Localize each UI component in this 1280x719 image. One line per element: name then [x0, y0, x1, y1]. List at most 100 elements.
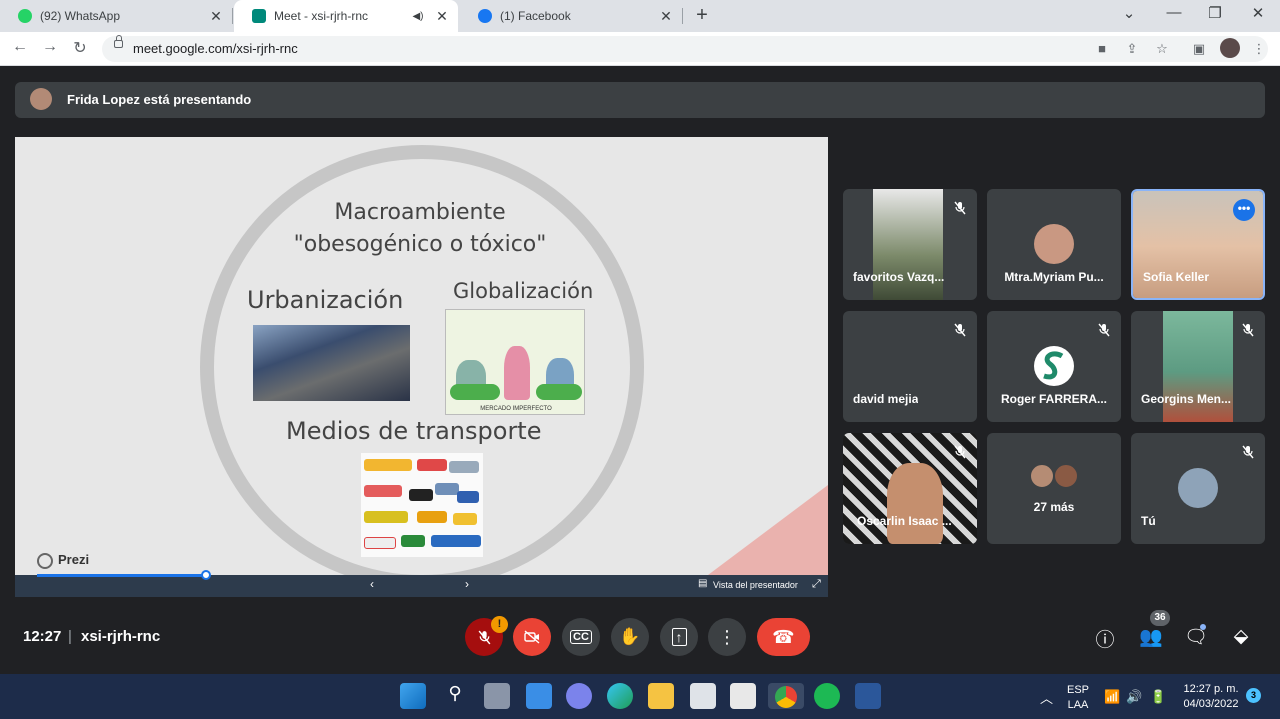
- forward-icon[interactable]: →: [39, 38, 61, 56]
- present-button[interactable]: ↑: [660, 618, 698, 656]
- notification-badge[interactable]: 3: [1246, 688, 1261, 703]
- widgets-icon[interactable]: [526, 683, 552, 709]
- participant-tile[interactable]: Roger FARRERA...: [987, 311, 1121, 422]
- tab-search-icon[interactable]: ⌄: [1117, 4, 1141, 22]
- language-indicator[interactable]: ESP LAA: [1066, 684, 1090, 711]
- participant-tile[interactable]: Georgins Men...: [1131, 311, 1265, 422]
- battery-icon[interactable]: 🔋: [1150, 689, 1166, 705]
- language-code: ESP: [1066, 684, 1089, 696]
- participant-name: Roger FARRERA...: [1000, 392, 1107, 406]
- participant-name: favoritos Vazq...: [853, 270, 945, 284]
- presenter-view-button[interactable]: Vista del presentador: [713, 580, 798, 590]
- raise-hand-icon: ✋: [619, 627, 641, 646]
- reload-icon[interactable]: ↻: [69, 38, 91, 58]
- spotify-icon[interactable]: [814, 683, 840, 709]
- tab-facebook[interactable]: (1) Facebook ✕: [460, 0, 682, 32]
- volume-icon[interactable]: 🔊: [1126, 689, 1142, 705]
- participant-tile[interactable]: Mtra.Myriam Pu...: [987, 189, 1121, 300]
- participant-name: Tú: [1141, 514, 1156, 528]
- participant-tile[interactable]: david mejia: [843, 311, 977, 422]
- prezi-logo-icon: [37, 553, 53, 569]
- bookmark-star-icon[interactable]: ☆: [1153, 41, 1171, 57]
- close-window-button[interactable]: ✕: [1246, 4, 1270, 22]
- edge-icon[interactable]: [607, 683, 633, 709]
- participant-tile[interactable]: 27 más: [987, 433, 1121, 544]
- minimize-button[interactable]: —: [1162, 4, 1186, 21]
- search-icon[interactable]: ⚲: [442, 683, 468, 709]
- windows-start-icon[interactable]: [400, 683, 426, 709]
- more-vert-icon: ⋮: [718, 626, 736, 647]
- participant-name: david mejia: [853, 392, 919, 406]
- muted-mic-icon: [954, 445, 966, 459]
- participant-tile[interactable]: Oscarlin Isaac ...: [843, 433, 977, 544]
- participants-count-badge: 36: [1150, 610, 1170, 626]
- prev-slide-icon[interactable]: ‹: [370, 577, 374, 591]
- presenter-view-icon[interactable]: ▤: [698, 578, 707, 589]
- restore-button[interactable]: ❐: [1203, 4, 1227, 22]
- activities-icon[interactable]: ⬙: [1229, 625, 1253, 648]
- notepad-icon[interactable]: [730, 683, 756, 709]
- close-icon[interactable]: ✕: [658, 8, 674, 25]
- menu-dots-icon[interactable]: ⋮: [1250, 41, 1268, 57]
- chrome-icon: [775, 686, 797, 708]
- bus-icon: [364, 511, 408, 523]
- side-panel-icon[interactable]: ▣: [1190, 41, 1208, 57]
- more-options-button[interactable]: ⋮: [708, 618, 746, 656]
- close-icon[interactable]: ✕: [434, 8, 450, 25]
- globalization-image: MERCADO IMPERFECTO: [445, 309, 585, 415]
- task-view-icon[interactable]: [484, 683, 510, 709]
- camera-toggle-button[interactable]: [513, 618, 551, 656]
- teams-chat-icon[interactable]: [566, 683, 592, 709]
- tray-chevron-icon[interactable]: ︿: [1040, 688, 1053, 707]
- trolleybus-icon: [431, 535, 481, 547]
- wifi-icon[interactable]: 📶: [1104, 689, 1120, 705]
- next-slide-icon[interactable]: ›: [465, 577, 469, 591]
- share-icon[interactable]: ⇪: [1123, 41, 1141, 57]
- end-call-button[interactable]: ☎: [757, 618, 810, 656]
- more-options-icon[interactable]: •••: [1233, 199, 1255, 221]
- back-icon[interactable]: ←: [9, 38, 31, 56]
- meeting-time: 12:27: [23, 628, 62, 645]
- progress-handle[interactable]: [201, 570, 211, 580]
- camera-icon[interactable]: ■: [1093, 41, 1111, 56]
- speaker-icon[interactable]: ◀): [410, 11, 426, 22]
- participant-tile[interactable]: ••• Sofia Keller: [1131, 189, 1265, 300]
- participant-name: Sofia Keller: [1143, 270, 1210, 284]
- taxi-icon: [453, 513, 477, 525]
- profile-avatar[interactable]: [1220, 38, 1240, 58]
- system-clock[interactable]: 12:27 p. m. 04/03/2022: [1180, 683, 1242, 710]
- facebook-icon: [478, 9, 492, 23]
- participant-name: Georgins Men...: [1141, 392, 1232, 406]
- new-tab-button[interactable]: +: [692, 4, 712, 27]
- muted-mic-icon: [478, 630, 490, 644]
- participant-name: Oscarlin Isaac ...: [857, 514, 952, 528]
- presentation-progress[interactable]: [37, 574, 205, 577]
- raise-hand-button[interactable]: ✋: [611, 618, 649, 656]
- participant-tile[interactable]: favoritos Vazq...: [843, 189, 977, 300]
- police-car-icon: [409, 489, 433, 501]
- muted-mic-icon: [1242, 445, 1254, 459]
- lock-icon[interactable]: [114, 35, 123, 48]
- store-icon[interactable]: [690, 683, 716, 709]
- chrome-active-tile[interactable]: [768, 683, 804, 709]
- fullscreen-icon[interactable]: ⤢: [812, 578, 821, 591]
- tab-whatsapp[interactable]: (92) WhatsApp ✕: [0, 0, 232, 32]
- figure-shape: [504, 346, 530, 400]
- url-text[interactable]: meet.google.com/xsi-rjrh-rnc: [133, 41, 298, 56]
- tab-meet[interactable]: Meet - xsi-rjrh-rnc ◀) ✕: [234, 0, 458, 32]
- close-icon[interactable]: ✕: [208, 8, 224, 25]
- participant-tile-self[interactable]: Tú: [1131, 433, 1265, 544]
- presentation-screen[interactable]: Macroambiente "obesogénico o tóxico" Urb…: [15, 137, 828, 597]
- logo-icon: [1043, 351, 1064, 380]
- captions-button[interactable]: CC: [562, 618, 600, 656]
- meeting-code: xsi-rjrh-rnc: [81, 628, 161, 645]
- slide-decoration: [708, 485, 828, 575]
- people-icon[interactable]: 👥: [1139, 625, 1163, 649]
- info-icon[interactable]: ⓘ: [1093, 625, 1117, 652]
- avatar: [1034, 346, 1074, 386]
- whatsapp-icon: [18, 9, 32, 23]
- glob-caption: MERCADO IMPERFECTO: [480, 406, 552, 412]
- file-explorer-icon[interactable]: [648, 683, 674, 709]
- word-icon[interactable]: [855, 683, 881, 709]
- slide-title: Macroambiente "obesogénico o tóxico": [245, 197, 595, 261]
